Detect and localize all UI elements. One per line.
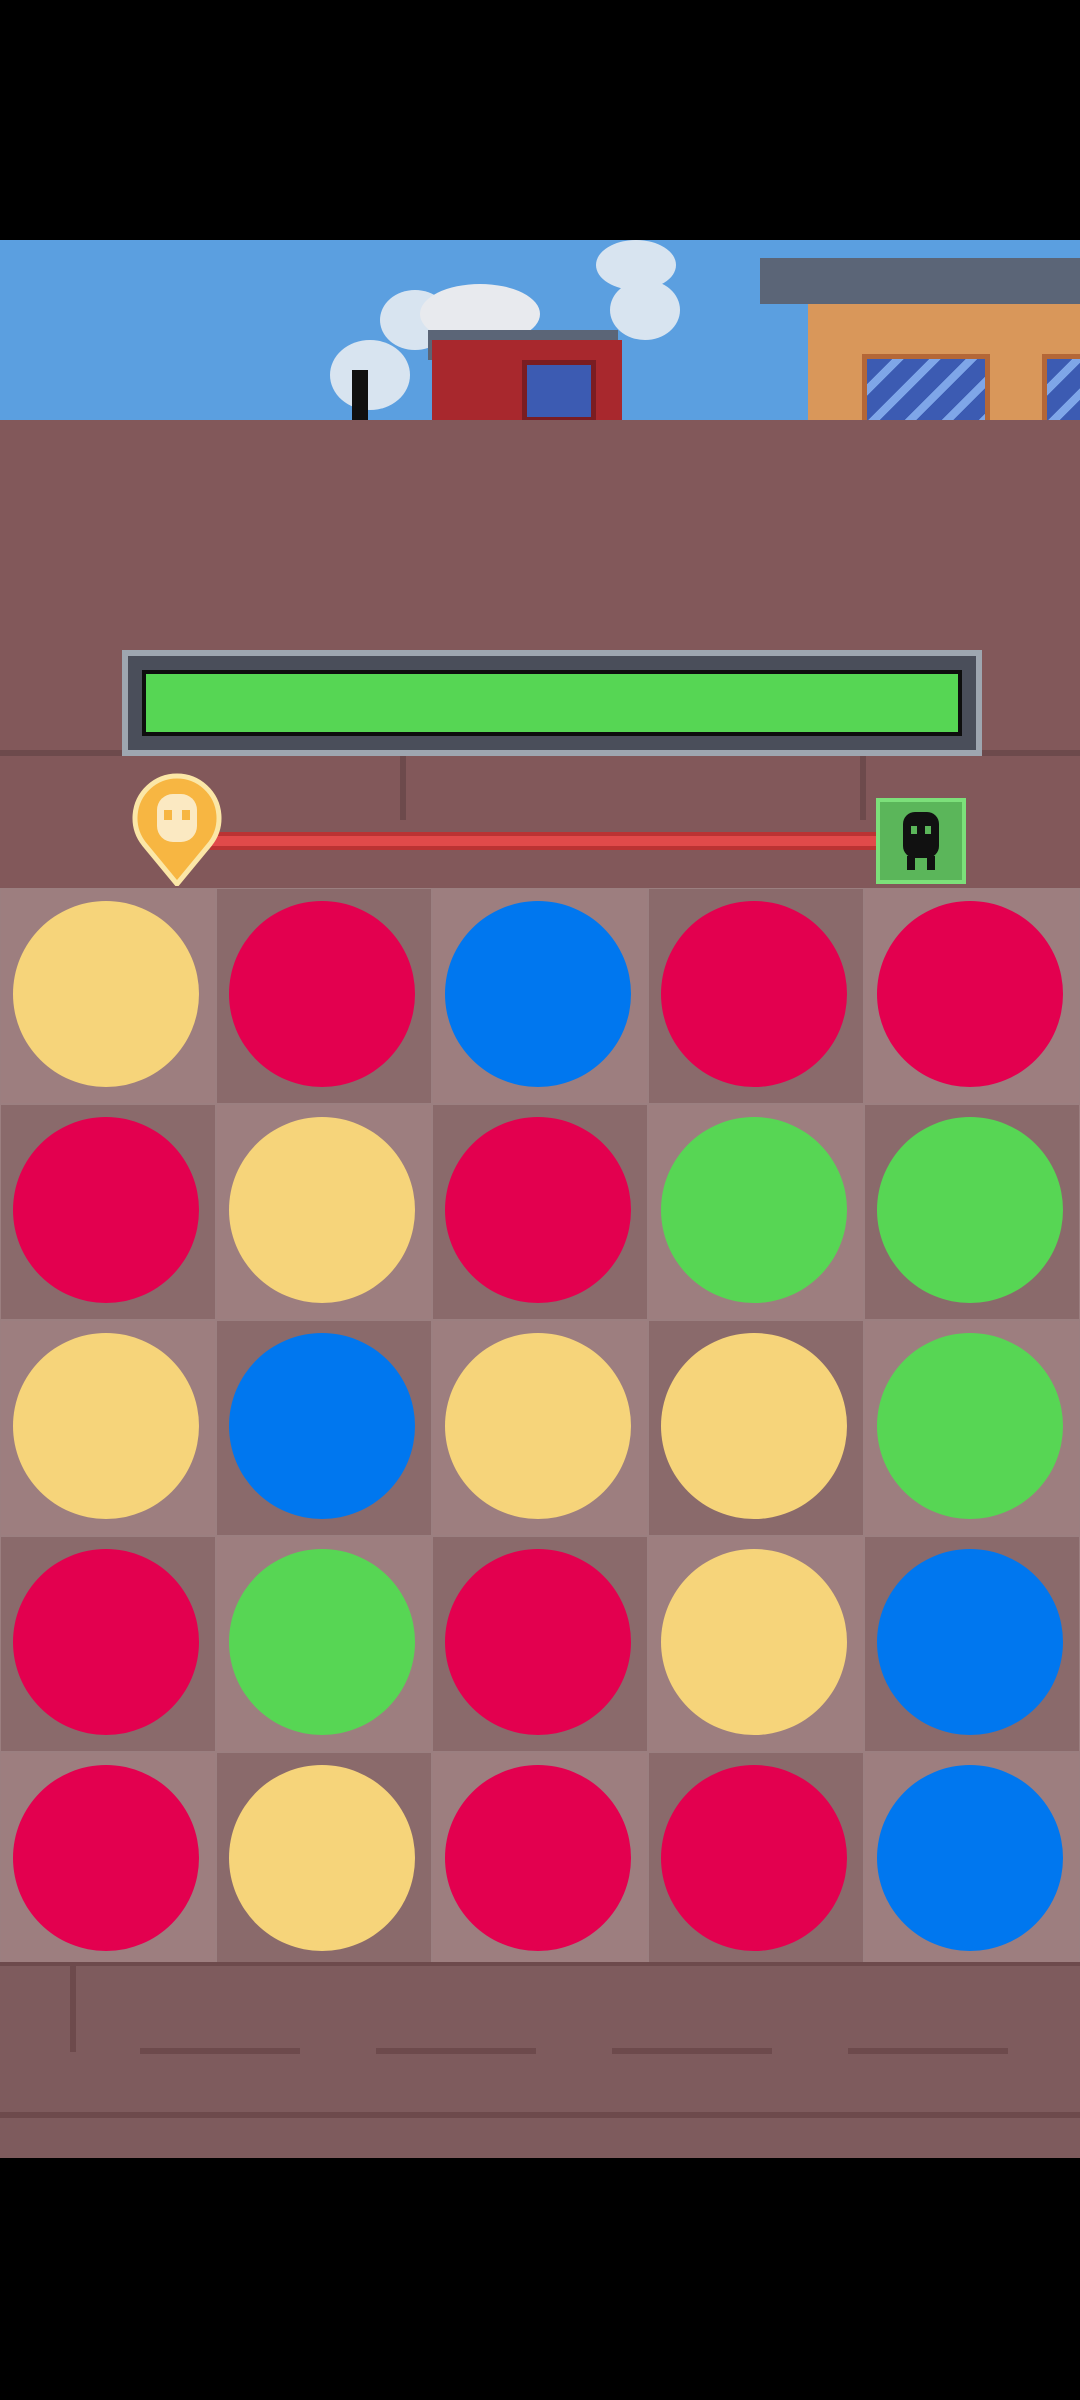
board-cell[interactable]	[432, 888, 648, 1104]
blue-gem[interactable]	[877, 1549, 1063, 1735]
board-cell[interactable]	[216, 888, 432, 1104]
board-cell[interactable]	[432, 1104, 648, 1320]
board-cell[interactable]	[864, 1536, 1080, 1752]
station-roof	[760, 258, 1080, 304]
ghost-pin-icon	[130, 772, 224, 888]
progress-bar	[122, 650, 982, 756]
board-cell[interactable]	[432, 1320, 648, 1536]
board-cell[interactable]	[216, 1752, 432, 1968]
yellow-gem[interactable]	[229, 1765, 415, 1951]
yellow-gem[interactable]	[661, 1333, 847, 1519]
red-gem[interactable]	[661, 901, 847, 1087]
red-gem[interactable]	[445, 1549, 631, 1735]
smoke-puff	[330, 340, 410, 410]
board-cell[interactable]	[216, 1536, 432, 1752]
red-gem[interactable]	[13, 1117, 199, 1303]
red-gem[interactable]	[445, 1765, 631, 1951]
distance-track-line	[210, 832, 880, 850]
red-gem[interactable]	[229, 901, 415, 1087]
enemy-creature-icon	[876, 798, 966, 884]
board-cell[interactable]	[0, 1320, 216, 1536]
board-cell[interactable]	[0, 1104, 216, 1320]
red-gem[interactable]	[13, 1765, 199, 1951]
board-cell[interactable]	[864, 888, 1080, 1104]
game-board	[0, 888, 1080, 1968]
board-cell[interactable]	[216, 1104, 432, 1320]
board-cell[interactable]	[648, 1320, 864, 1536]
blue-gem[interactable]	[445, 901, 631, 1087]
board-cell[interactable]	[432, 1752, 648, 1968]
green-gem[interactable]	[661, 1117, 847, 1303]
yellow-gem[interactable]	[661, 1549, 847, 1735]
board-cell[interactable]	[648, 1104, 864, 1320]
navigation-bar-area	[0, 2158, 1080, 2400]
board-cell[interactable]	[648, 1536, 864, 1752]
progress-bar-fill	[142, 670, 962, 736]
yellow-gem[interactable]	[445, 1333, 631, 1519]
board-cell[interactable]	[216, 1320, 432, 1536]
board-cell[interactable]	[864, 1104, 1080, 1320]
green-gem[interactable]	[877, 1333, 1063, 1519]
board-cell[interactable]	[648, 1752, 864, 1968]
board-cell[interactable]	[432, 1536, 648, 1752]
blue-gem[interactable]	[229, 1333, 415, 1519]
yellow-gem[interactable]	[13, 901, 199, 1087]
red-gem[interactable]	[877, 901, 1063, 1087]
red-gem[interactable]	[661, 1765, 847, 1951]
red-gem[interactable]	[13, 1549, 199, 1735]
floor-bricks	[0, 1962, 1080, 2158]
board-cell[interactable]	[864, 1320, 1080, 1536]
board-cell[interactable]	[864, 1752, 1080, 1968]
green-gem[interactable]	[229, 1549, 415, 1735]
board-cell[interactable]	[648, 888, 864, 1104]
board-cell[interactable]	[0, 1536, 216, 1752]
blue-gem[interactable]	[877, 1765, 1063, 1951]
board-cell[interactable]	[0, 1752, 216, 1968]
yellow-gem[interactable]	[229, 1117, 415, 1303]
yellow-gem[interactable]	[13, 1333, 199, 1519]
board-cell[interactable]	[0, 888, 216, 1104]
green-gem[interactable]	[877, 1117, 1063, 1303]
red-gem[interactable]	[445, 1117, 631, 1303]
smoke-puff	[610, 280, 680, 340]
status-bar-area	[0, 0, 1080, 240]
